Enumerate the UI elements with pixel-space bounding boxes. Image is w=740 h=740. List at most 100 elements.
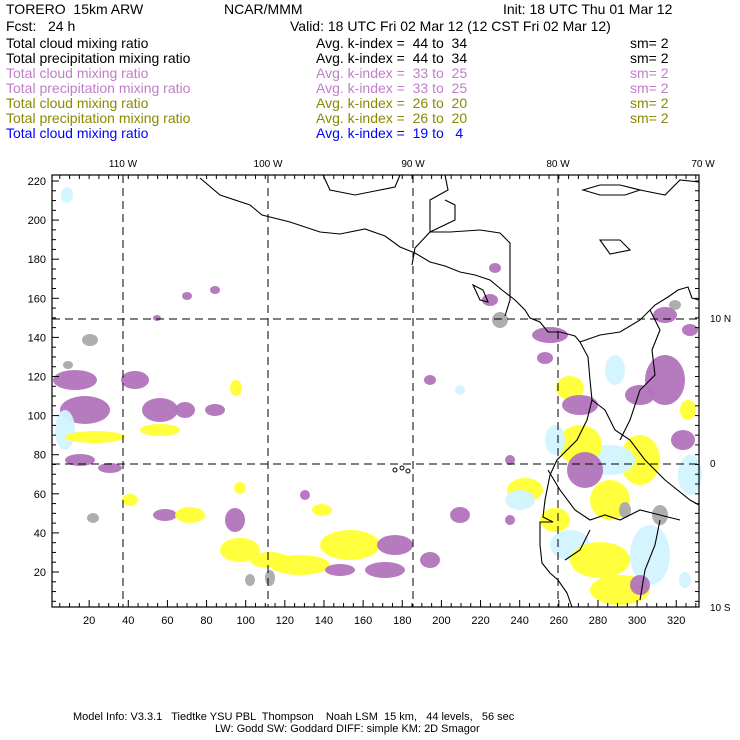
y-tick-label: 20 [34, 567, 46, 579]
x-tick-label: 200 [432, 615, 450, 627]
purple-shading-area [532, 327, 568, 343]
purple-shading-area [175, 402, 195, 418]
latitude-label: 10 N [710, 314, 731, 325]
purple-shading-area [567, 452, 603, 488]
x-tick-label: 240 [511, 615, 529, 627]
purple-shading-area [325, 564, 355, 576]
yellow-shading-area [175, 507, 205, 523]
coastline-border [598, 239, 632, 255]
x-tick-label: 300 [628, 615, 646, 627]
coastline-border [322, 174, 401, 196]
y-tick-label: 160 [28, 293, 46, 305]
yellow-shading-area [270, 555, 330, 575]
purple-shading-area [205, 404, 225, 416]
purple-shading-area [671, 430, 695, 450]
yellow-shading-area [312, 504, 332, 516]
island-galapagos [399, 465, 405, 471]
gray-shading-area [82, 334, 98, 346]
purple-shading-area [505, 515, 515, 525]
purple-shading-area [450, 507, 470, 523]
yellow-shading-area [65, 431, 125, 443]
x-tick-label: 120 [276, 615, 294, 627]
purple-shading-area [377, 535, 413, 555]
purple-shading-area [630, 575, 650, 595]
x-tick-label: 60 [161, 615, 173, 627]
coastline-border [579, 286, 700, 343]
yellow-shading-area [680, 400, 696, 420]
gray-shading-area [265, 570, 275, 586]
longitude-label: 100 W [254, 159, 283, 170]
y-tick-label: 40 [34, 528, 46, 540]
gray-shading-area [245, 574, 255, 586]
purple-shading-area [537, 352, 553, 364]
y-tick-label: 220 [28, 176, 46, 188]
x-tick-label: 80 [200, 615, 212, 627]
y-tick-label: 200 [28, 215, 46, 227]
longitude-label: 70 W [691, 159, 715, 170]
light_blue-shading-area [61, 187, 73, 203]
purple-shading-area [653, 307, 677, 323]
latitude-label: 10 S [710, 603, 731, 614]
coastline-border [581, 184, 642, 196]
purple-shading-area [182, 292, 192, 300]
x-tick-label: 100 [237, 615, 255, 627]
coastline-border [639, 179, 700, 196]
light_blue-shading-area [679, 572, 691, 588]
purple-shading-area [489, 263, 501, 273]
yellow-shading-area [140, 424, 180, 436]
gray-shading-area [87, 513, 99, 523]
purple-shading-area [142, 398, 178, 422]
x-tick-label: 260 [550, 615, 568, 627]
light_blue-shading-area [545, 425, 565, 455]
yellow-shading-area [230, 380, 242, 396]
coastline-border [429, 174, 511, 317]
x-tick-label: 40 [122, 615, 134, 627]
x-tick-label: 220 [471, 615, 489, 627]
island-galapagos [405, 468, 411, 474]
x-tick-label: 20 [83, 615, 95, 627]
map-plot: 20 40 60 80 100 120 140 160 180 200 220 240 260 280 30… [28, 159, 731, 627]
purple-shading-area [482, 294, 498, 306]
purple-shading-area [153, 315, 161, 321]
light_blue-shading-area [605, 355, 625, 385]
x-tick-label: 180 [393, 615, 411, 627]
yellow-shading-area [122, 494, 138, 506]
purple-shading-area [424, 375, 436, 385]
purple-shading-area [153, 509, 177, 521]
latitude-label: 0 [710, 459, 716, 470]
model-info-line2: LW: Godd SW: Goddard DIFF: simple KM: 2D… [215, 723, 480, 735]
purple-shading-area [562, 395, 598, 415]
longitude-label: 80 W [546, 159, 570, 170]
coastline-border [429, 199, 456, 233]
longitude-label: 110 W [109, 159, 138, 170]
x-tick-label: 280 [589, 615, 607, 627]
y-tick-label: 120 [28, 372, 46, 384]
light_blue-shading-area [505, 490, 535, 510]
yellow-shading-area [540, 508, 570, 532]
y-tick-label: 60 [34, 489, 46, 501]
yellow-shading-area [320, 530, 380, 560]
purple-shading-area [210, 286, 220, 294]
yellow-shading-area [234, 482, 246, 494]
longitude-label: 90 W [401, 159, 425, 170]
light_blue-shading-area [455, 385, 465, 395]
yellow-shading-area [570, 542, 630, 578]
purple-shading-area [682, 324, 698, 336]
island-galapagos [392, 467, 398, 473]
x-tick-label: 160 [354, 615, 372, 627]
purple-shading-area [121, 371, 149, 389]
model-info-line1: Model Info: V3.3.1 Tiedtke YSU PBL Thomp… [73, 711, 515, 723]
purple-shading-area [420, 552, 440, 568]
y-tick-label: 80 [34, 450, 46, 462]
purple-shading-area [625, 385, 655, 405]
gray-shading-area [63, 361, 73, 369]
purple-shading-area [300, 490, 310, 500]
purple-shading-area [53, 370, 97, 390]
purple-shading-area [365, 562, 405, 578]
y-tick-label: 100 [28, 411, 46, 423]
purple-shading-area [225, 508, 245, 532]
x-tick-label: 140 [315, 615, 333, 627]
y-tick-label: 140 [28, 332, 46, 344]
y-tick-label: 180 [28, 254, 46, 266]
x-tick-label: 320 [667, 615, 685, 627]
